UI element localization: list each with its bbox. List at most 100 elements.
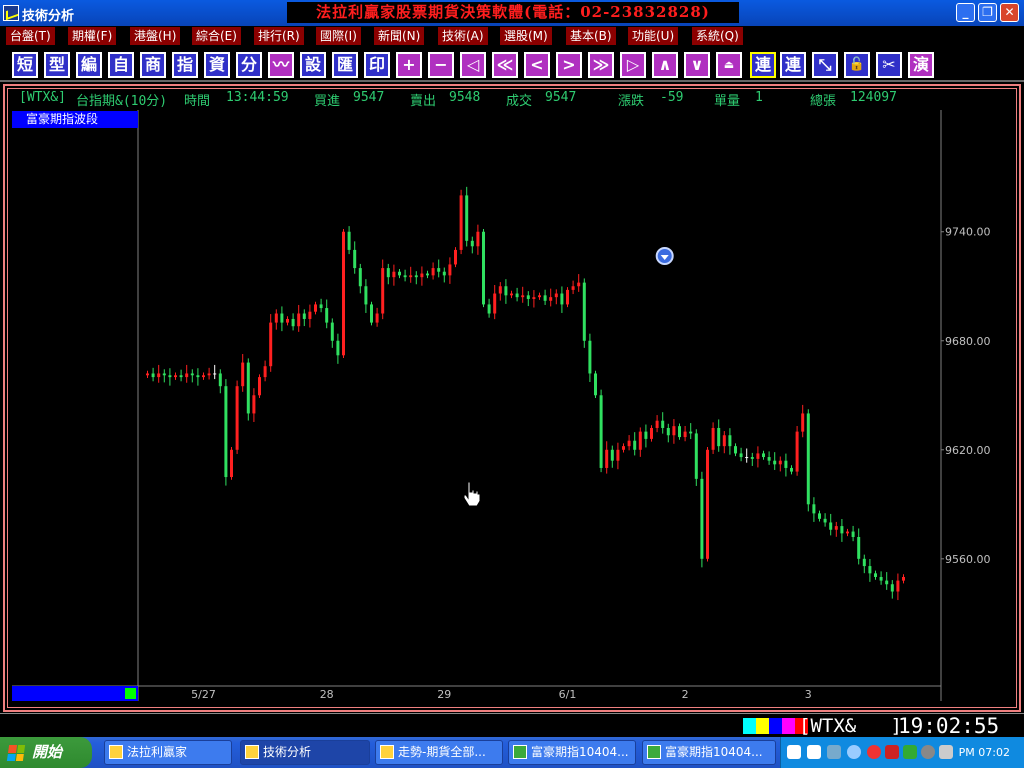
toolbar-indicator-button[interactable]: 指 bbox=[172, 52, 198, 78]
candle-body bbox=[650, 427, 653, 439]
candle-body bbox=[599, 395, 603, 468]
app-banner: 法拉利贏家股票期貨決策軟體(電話：02-23832828) bbox=[287, 2, 739, 23]
tray-s-icon[interactable] bbox=[903, 745, 917, 759]
toolbar-esc-icon[interactable]: ⏏ bbox=[716, 52, 742, 78]
toolbar-forward-icon[interactable]: > bbox=[556, 52, 582, 78]
candlestick-chart[interactable]: 9740.00 9680.00 9620.00 9560.00 5/27 28 29 6/1… bbox=[12, 110, 1012, 701]
quote-ask: 9548 bbox=[449, 90, 481, 105]
candle-body bbox=[342, 231, 345, 356]
menu-overview[interactable]: 綜合(E) bbox=[192, 27, 242, 45]
candle-body bbox=[683, 431, 687, 438]
toolbar-minute-button[interactable]: 分 bbox=[236, 52, 262, 78]
toolbar-up-icon[interactable]: ∧ bbox=[652, 52, 678, 78]
candle-body bbox=[728, 435, 732, 447]
tray-update-icon[interactable] bbox=[921, 745, 935, 759]
candle-body bbox=[314, 304, 317, 312]
menu-international[interactable]: 國際(I) bbox=[316, 27, 362, 45]
task-ferrari[interactable]: 法拉利贏家 bbox=[104, 740, 232, 765]
toolbar-short-button[interactable]: 短 bbox=[12, 52, 38, 78]
toolbar-down-icon[interactable]: ∨ bbox=[684, 52, 710, 78]
scroll-thumb[interactable] bbox=[125, 688, 136, 699]
toolbar-fast-forward-icon[interactable]: ≫ bbox=[588, 52, 614, 78]
menu-screening[interactable]: 選股(M) bbox=[500, 27, 553, 45]
task-technical[interactable]: 技術分析 bbox=[240, 740, 370, 765]
toolbar-fast-back-icon[interactable]: ≪ bbox=[492, 52, 518, 78]
tray-volume-icon[interactable] bbox=[939, 745, 953, 759]
candle-body bbox=[364, 286, 368, 305]
candle-body bbox=[465, 195, 469, 241]
toolbar-export-button[interactable]: 匯 bbox=[332, 52, 358, 78]
menu-ranking[interactable]: 排行(R) bbox=[254, 27, 305, 45]
candle-body bbox=[510, 293, 513, 296]
toolbar-link2-button[interactable]: 連 bbox=[780, 52, 806, 78]
close-button[interactable]: ✕ bbox=[1000, 3, 1019, 22]
toolbar-product-button[interactable]: 商 bbox=[140, 52, 166, 78]
toolbar-back-icon[interactable]: < bbox=[524, 52, 550, 78]
candle-body bbox=[185, 373, 189, 378]
maximize-button[interactable]: ❐ bbox=[978, 3, 997, 22]
toolbar-tools-icon[interactable]: ✂ bbox=[876, 52, 902, 78]
toolbar-print-button[interactable]: 印 bbox=[364, 52, 390, 78]
candle-body bbox=[700, 478, 704, 559]
menu-functions[interactable]: 功能(U) bbox=[628, 27, 680, 45]
candle-body bbox=[678, 426, 681, 438]
title-bar: 技術分析 法拉利贏家股票期貨決策軟體(電話：02-23832828) _ ❐ ✕ bbox=[0, 0, 1024, 26]
toolbar-last-icon[interactable]: ▷ bbox=[620, 52, 646, 78]
tray-app-icon[interactable] bbox=[787, 745, 801, 759]
app-chart-icon[interactable] bbox=[3, 5, 19, 21]
menu-fundamental[interactable]: 基本(B) bbox=[566, 27, 617, 45]
candle-body bbox=[823, 518, 827, 523]
menu-system[interactable]: 系統(Q) bbox=[692, 27, 744, 45]
tray-antivirus-icon[interactable] bbox=[867, 745, 881, 759]
toolbar-link-button[interactable]: 連 bbox=[750, 52, 776, 78]
menu-futures[interactable]: 期權(F) bbox=[68, 27, 118, 45]
candle-body bbox=[605, 449, 609, 468]
task-excel-2[interactable]: 富豪期指10404... bbox=[642, 740, 776, 765]
toolbar-first-icon[interactable]: ◁ bbox=[460, 52, 486, 78]
candle-body bbox=[470, 240, 474, 247]
toolbar-lock-icon[interactable]: 🔓 bbox=[844, 52, 870, 78]
candle-body bbox=[336, 340, 340, 356]
toolbar-zoom-out-icon[interactable]: − bbox=[428, 52, 454, 78]
candle-body bbox=[151, 373, 155, 378]
tray-tool-icon[interactable] bbox=[885, 745, 899, 759]
toolbar-demo-button[interactable]: 演 bbox=[908, 52, 934, 78]
scroll-bar[interactable] bbox=[12, 686, 138, 701]
candle-body bbox=[767, 457, 771, 461]
task-excel-1[interactable]: 富豪期指10404... bbox=[508, 740, 636, 765]
quote-time-label: 時間 bbox=[184, 94, 211, 109]
candle-body bbox=[162, 373, 166, 376]
toolbar-settings-button[interactable]: 設 bbox=[300, 52, 326, 78]
quote-change: -59 bbox=[660, 90, 684, 105]
task-label: 走勢-期貨全部... bbox=[398, 745, 486, 759]
toolbar-zoom-in-icon[interactable]: + bbox=[396, 52, 422, 78]
candle-body bbox=[426, 273, 429, 276]
toolbar-resize-icon[interactable]: ⤡ bbox=[812, 52, 838, 78]
toolbar-edit-button[interactable]: 編 bbox=[76, 52, 102, 78]
menu-news[interactable]: 新聞(N) bbox=[374, 27, 426, 45]
toolbar-custom-button[interactable]: 自 bbox=[108, 52, 134, 78]
candle-body bbox=[801, 413, 805, 432]
menu-hk[interactable]: 港盤(H) bbox=[130, 27, 182, 45]
tray-expand-icon[interactable] bbox=[847, 745, 861, 759]
minimize-button[interactable]: _ bbox=[956, 3, 975, 22]
menu-tai[interactable]: 台盤(T) bbox=[6, 27, 56, 45]
task-label: 法拉利贏家 bbox=[127, 745, 188, 759]
start-button[interactable]: 開始 bbox=[0, 737, 92, 768]
candle-body bbox=[297, 313, 301, 327]
candle-body bbox=[655, 420, 659, 428]
tray-help-icon[interactable] bbox=[807, 745, 821, 759]
x-tick-label: 29 bbox=[437, 688, 451, 701]
toolbar-line-chart-icon[interactable]: 〰 bbox=[268, 52, 294, 78]
tray-network-icon[interactable] bbox=[827, 745, 841, 759]
start-label: 開始 bbox=[32, 743, 63, 761]
toolbar-data-button[interactable]: 資 bbox=[204, 52, 230, 78]
menu-technical[interactable]: 技術(A) bbox=[438, 27, 489, 45]
task-trend[interactable]: 走勢-期貨全部... bbox=[375, 740, 503, 765]
candle-body bbox=[196, 375, 200, 378]
candle-body bbox=[616, 449, 620, 461]
candle-body bbox=[739, 453, 743, 458]
toolbar-pattern-button[interactable]: 型 bbox=[44, 52, 70, 78]
candle-body bbox=[252, 395, 256, 414]
indicator-tag[interactable]: 富豪期指波段 bbox=[12, 111, 138, 128]
